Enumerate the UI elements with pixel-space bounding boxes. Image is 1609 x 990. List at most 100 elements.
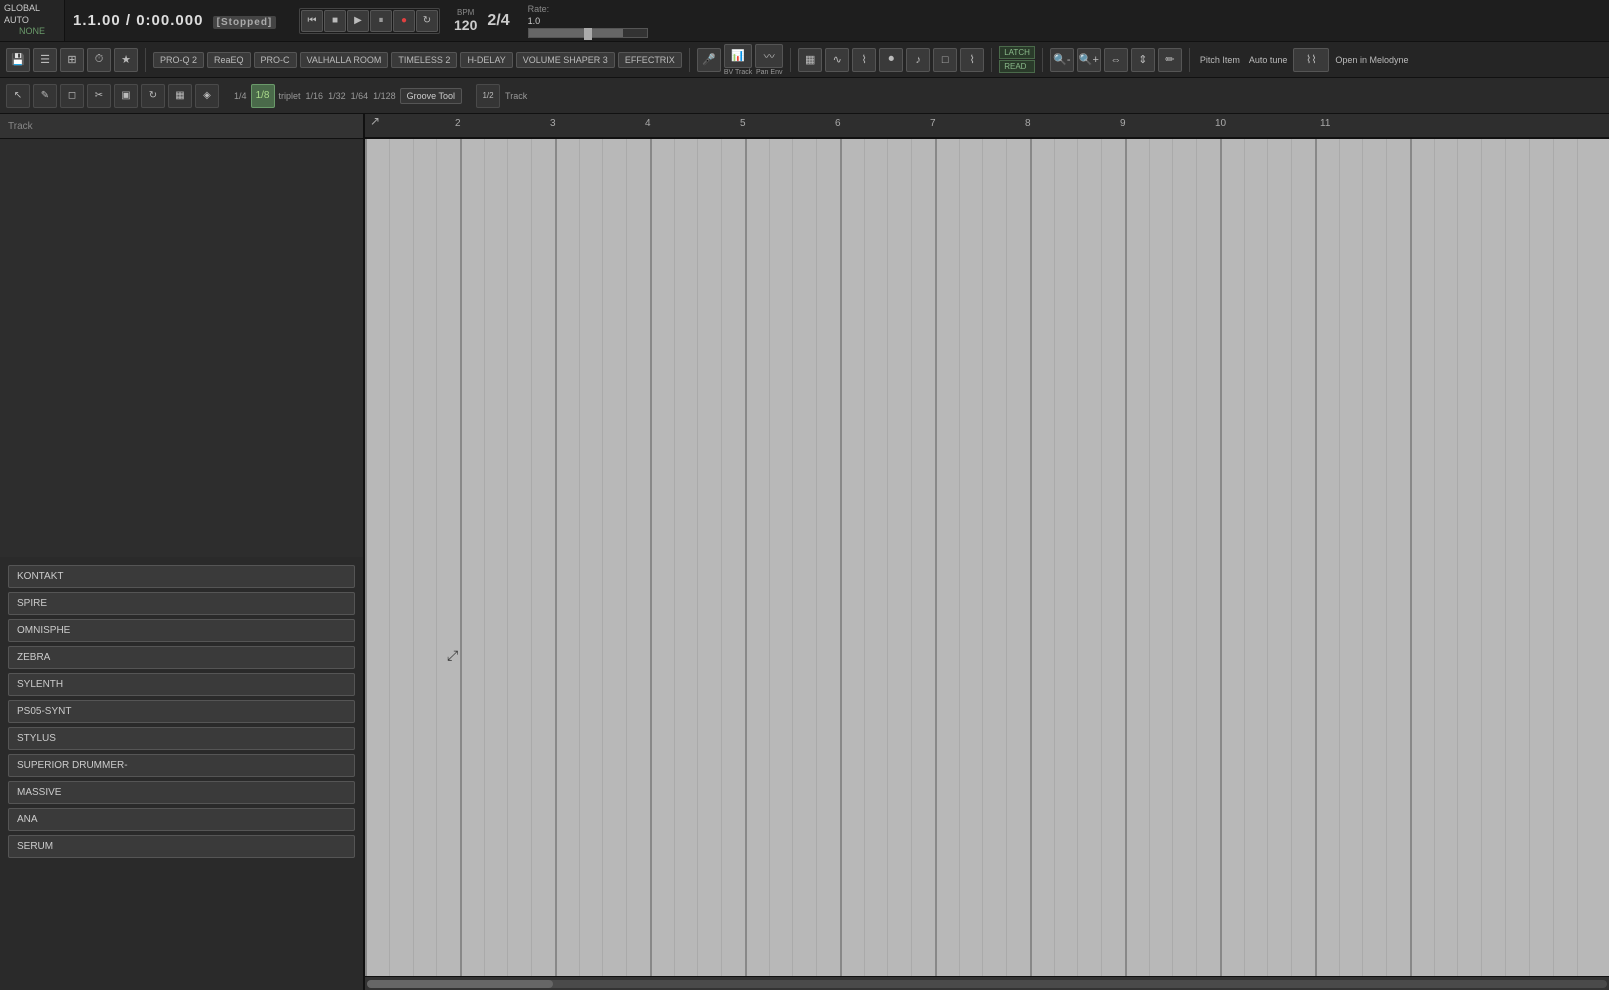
grid-minor-10-1	[1244, 139, 1245, 976]
go-start-button[interactable]: ⏮	[301, 10, 323, 32]
play-button[interactable]: ▶	[347, 10, 369, 32]
wave-icon[interactable]: ∿	[825, 48, 849, 72]
tune-graph-icon[interactable]: ⌇⌇	[1293, 48, 1329, 72]
timeless-button[interactable]: TIMELESS 2	[391, 52, 457, 68]
cut-tool-icon[interactable]: ✂	[87, 84, 111, 108]
proc-button[interactable]: PRO-C	[254, 52, 297, 68]
select-tool-icon[interactable]: ↖	[6, 84, 30, 108]
grid-minor-12-2	[1457, 139, 1458, 976]
list-icon[interactable]: ☰	[33, 48, 57, 72]
wave3-icon[interactable]: ⌇	[960, 48, 984, 72]
grid-minor-10-2	[1267, 139, 1268, 976]
instrument-superior-drummer[interactable]: SUPERIOR DRUMMER-	[8, 754, 355, 777]
grid-major-8	[1030, 139, 1032, 976]
record-button[interactable]: ●	[393, 10, 415, 32]
rate-bar[interactable]	[528, 28, 648, 38]
grid-minor-7-2	[982, 139, 983, 976]
instrument-ana[interactable]: ANA	[8, 808, 355, 831]
box-icon[interactable]: □	[933, 48, 957, 72]
instrument-kontakt[interactable]: KONTAKT	[8, 565, 355, 588]
effectrix-button[interactable]: EFFECTRIX	[618, 52, 682, 68]
global-auto-section[interactable]: GLOBAL AUTO NONE	[0, 0, 65, 41]
position-display: 1.1.00 / 0:00.000 [Stopped]	[73, 12, 293, 29]
save-icon[interactable]: 💾	[6, 48, 30, 72]
stop-button[interactable]: ■	[324, 10, 346, 32]
grid-minor-4-1	[674, 139, 675, 976]
grid-major-1	[365, 139, 367, 976]
grid-minor-7-1	[959, 139, 960, 976]
loop-tool-icon[interactable]: ↻	[141, 84, 165, 108]
grid-minor-13-2	[1553, 139, 1554, 976]
latch-button[interactable]: LATCH	[999, 46, 1035, 59]
grid-minor-13-0	[1505, 139, 1506, 976]
pan-env-group: 〰 Pan Env	[755, 44, 783, 76]
q-1-8-button[interactable]: 1/8	[251, 84, 275, 108]
pan-env-icon[interactable]: 〰	[755, 44, 783, 68]
comp-icon[interactable]: ▦	[798, 48, 822, 72]
reaeq-button[interactable]: ReaEQ	[207, 52, 251, 68]
horizontal-scrollbar[interactable]	[365, 976, 1609, 990]
zoom-v-icon[interactable]: ⇕	[1131, 48, 1155, 72]
instrument-serum[interactable]: SERUM	[8, 835, 355, 858]
grid-minor-9-2	[1172, 139, 1173, 976]
track-header-area: Track	[0, 114, 363, 139]
hdelay-button[interactable]: H-DELAY	[460, 52, 512, 68]
zoom-h-icon[interactable]: ⇔	[1104, 48, 1128, 72]
read-button[interactable]: READ	[999, 60, 1035, 73]
timeline-ruler: ↗ 2 3 4 5 6 7 8 9 10 11	[365, 114, 1609, 139]
grid-major-12	[1410, 139, 1412, 976]
declick-tool-icon[interactable]: ◈	[195, 84, 219, 108]
instrument-stylus[interactable]: STYLUS	[8, 727, 355, 750]
grid-area[interactable]: ⤢	[365, 139, 1609, 976]
proq2-button[interactable]: PRO-Q 2	[153, 52, 204, 68]
pen-icon[interactable]: ✏	[1158, 48, 1182, 72]
zoom-out-icon[interactable]: 🔍-	[1050, 48, 1074, 72]
bv-track-icon[interactable]: 📊	[724, 44, 752, 68]
record2-icon[interactable]: ⏺	[879, 48, 903, 72]
grid-icon[interactable]: ⊞	[60, 48, 84, 72]
bv-track-group: 📊 BV Track	[724, 44, 752, 76]
grid-minor-2-3	[531, 139, 532, 976]
wave2-icon[interactable]: ⌇	[852, 48, 876, 72]
instrument-sylenth[interactable]: SYLENTH	[8, 673, 355, 696]
grid-minor-2-1	[484, 139, 485, 976]
q-1-128-label: 1/128	[373, 91, 396, 101]
time-signature[interactable]: 2/4	[487, 12, 509, 30]
scrollbar-track[interactable]	[367, 980, 1607, 988]
grid-minor-5-1	[769, 139, 770, 976]
star-icon[interactable]: ★	[114, 48, 138, 72]
ruler-marks-container: 2 3 4 5 6 7 8 9 10 11	[365, 114, 1609, 137]
valhalla-button[interactable]: VALHALLA ROOM	[300, 52, 389, 68]
microphone-icon[interactable]: 🎤	[697, 48, 721, 72]
erase-tool-icon[interactable]: ◻	[60, 84, 84, 108]
half-note-icon[interactable]: 1/2	[476, 84, 500, 108]
grid-major-5	[745, 139, 747, 976]
glue-tool-icon[interactable]: ▣	[114, 84, 138, 108]
rate-area: Rate: 1.0	[528, 4, 648, 38]
clock-icon[interactable]: ⏱	[87, 48, 111, 72]
instrument-spire[interactable]: SPIRE	[8, 592, 355, 615]
separator3	[790, 48, 791, 72]
instrument-massive[interactable]: MASSIVE	[8, 781, 355, 804]
q-triplet-label: triplet	[279, 91, 301, 101]
ruler-mark-5: 5	[740, 118, 746, 129]
grid-minor-13-1	[1529, 139, 1530, 976]
bpm-display[interactable]: BPM 120	[454, 8, 477, 33]
scrollbar-thumb[interactable]	[367, 980, 553, 988]
pause-button[interactable]: ⏸	[370, 10, 392, 32]
separator2	[689, 48, 690, 72]
brush-tool-icon[interactable]: ▦	[168, 84, 192, 108]
zoom-in-icon[interactable]: 🔍+	[1077, 48, 1101, 72]
instrument-omnisphe[interactable]: OMNISPHE	[8, 619, 355, 642]
draw-tool-icon[interactable]: ✎	[33, 84, 57, 108]
grid-minor-8-3	[1101, 139, 1102, 976]
instrument-zebra[interactable]: ZEBRA	[8, 646, 355, 669]
note-icon[interactable]: ♪	[906, 48, 930, 72]
groove-tool-button[interactable]: Groove Tool	[400, 88, 462, 104]
instrument-ps05synt[interactable]: PS05-SYNT	[8, 700, 355, 723]
loop-button[interactable]: ↻	[416, 10, 438, 32]
grid-minor-9-1	[1149, 139, 1150, 976]
separator5	[1042, 48, 1043, 72]
volumeshaper-button[interactable]: VOLUME SHAPER 3	[516, 52, 615, 68]
grid-minor-6-3	[911, 139, 912, 976]
